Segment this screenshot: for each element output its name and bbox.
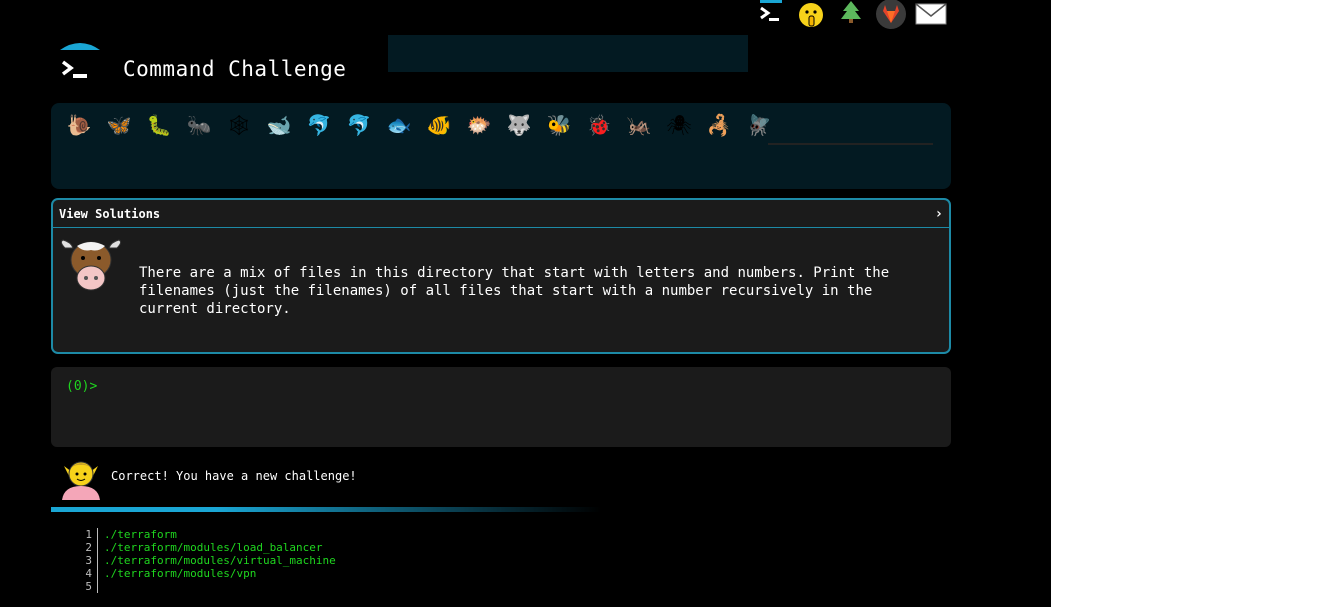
cow-icon: [59, 236, 123, 296]
line-number: 2: [80, 541, 98, 554]
critter-icon[interactable]: 🐺: [499, 109, 539, 141]
line-text: [98, 580, 104, 593]
command-output: 1 ./terraform 2 ./terraform/modules/load_ba…: [80, 528, 336, 593]
output-line: 3 ./terraform/modules/virtual_machine: [80, 554, 336, 567]
output-line: 1 ./terraform: [80, 528, 336, 541]
critter-row: 🐌 🦋 🐛 🐜 🕸 🐋 🐬 🐬 🐟 🐠 🐡 🐺 🐝 🐞 🦗 🕷 🦂 🪰: [59, 109, 779, 141]
critter-icon[interactable]: 🐬: [339, 109, 379, 141]
critter-icon[interactable]: 🪰: [739, 109, 779, 141]
challenge-description: There are a mix of files in this directo…: [139, 265, 890, 317]
critter-icon[interactable]: 🕷: [659, 109, 699, 141]
chevron-right-icon[interactable]: ›: [935, 206, 943, 222]
output-line: 4 ./terraform/modules/vpn: [80, 567, 336, 580]
challenge-panel: View Solutions › There are a mix of file…: [51, 198, 951, 354]
line-text: ./terraform/modules/virtual_machine: [104, 554, 336, 567]
critter-icon[interactable]: 🐋: [259, 109, 299, 141]
terminal-prompt: (0)>: [66, 379, 98, 394]
line-text: ./terraform: [104, 528, 177, 541]
line-text: ./terraform/modules/load_balancer: [104, 541, 323, 554]
progress-bar: [51, 507, 601, 512]
critter-icon[interactable]: 🦗: [619, 109, 659, 141]
critter-icon[interactable]: 🕸: [219, 109, 259, 141]
view-solutions-label[interactable]: View Solutions: [59, 207, 160, 221]
critter-icon[interactable]: 🐡: [459, 109, 499, 141]
mail-icon[interactable]: [915, 0, 947, 28]
page-title: Command Challenge: [123, 57, 347, 81]
elf-icon: [58, 456, 104, 500]
critter-icon[interactable]: 🐞: [579, 109, 619, 141]
output-line: 5: [80, 580, 336, 593]
line-number: 4: [80, 567, 98, 580]
app-window: Command Challenge 🐌 🦋 🐛 🐜 🕸 🐋 🐬 🐬 🐟 🐠 🐡 🐺 🐝 🐞 🦗 🕷 🦂 🪰 Vie…: [0, 0, 1051, 607]
line-number: 5: [80, 580, 98, 593]
line-text: ./terraform/modules/vpn: [104, 567, 257, 580]
line-number: 3: [80, 554, 98, 567]
critter-icon[interactable]: 🐟: [379, 109, 419, 141]
shush-face-icon[interactable]: [795, 0, 827, 28]
logo-icon: [60, 42, 102, 84]
top-banner-box: [388, 35, 748, 72]
critter-icon[interactable]: 🐜: [179, 109, 219, 141]
critter-panel: 🐌 🦋 🐛 🐜 🕸 🐋 🐬 🐬 🐟 🐠 🐡 🐺 🐝 🐞 🦗 🕷 🦂 🪰: [51, 103, 951, 189]
top-icon-bar: [755, 0, 947, 29]
critter-icon[interactable]: 🐌: [59, 109, 99, 141]
output-line: 2 ./terraform/modules/load_balancer: [80, 541, 336, 554]
view-solutions-header[interactable]: View Solutions ›: [53, 200, 949, 228]
terminal-input[interactable]: (0)>: [51, 367, 951, 447]
critter-divider: [768, 143, 933, 145]
critter-icon[interactable]: 🐬: [299, 109, 339, 141]
critter-icon[interactable]: 🐝: [539, 109, 579, 141]
terminal-icon[interactable]: [755, 0, 787, 28]
critter-icon[interactable]: 🐛: [139, 109, 179, 141]
line-number: 1: [80, 528, 98, 541]
gitlab-icon[interactable]: [875, 0, 907, 29]
feedback-message: Correct! You have a new challenge!: [111, 469, 357, 483]
critter-icon[interactable]: 🦂: [699, 109, 739, 141]
critter-icon[interactable]: 🐠: [419, 109, 459, 141]
tree-icon[interactable]: [835, 0, 867, 28]
critter-icon[interactable]: 🦋: [99, 109, 139, 141]
